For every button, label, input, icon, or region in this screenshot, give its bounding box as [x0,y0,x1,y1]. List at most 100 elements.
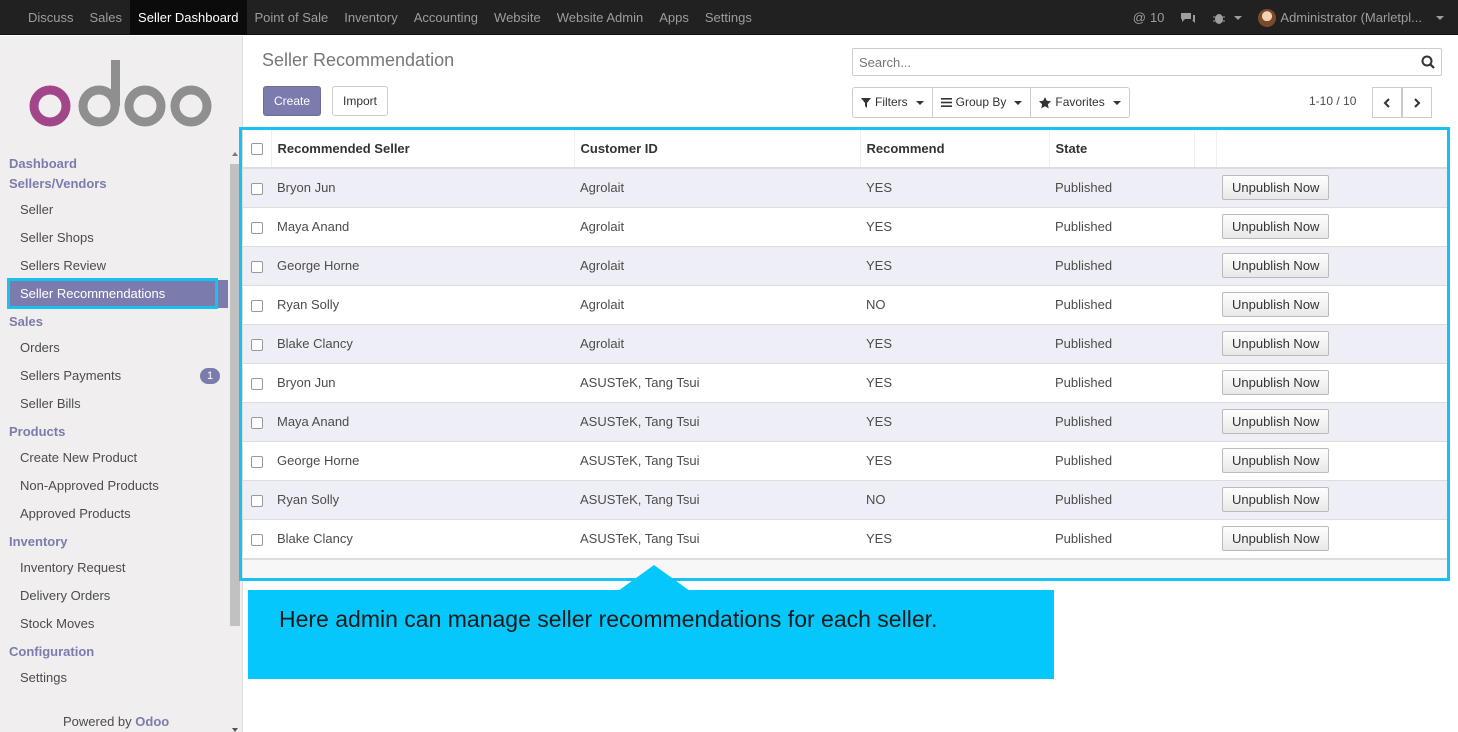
row-checkbox[interactable] [251,299,263,312]
recommendation-table: Recommended Seller Customer ID Recommend… [243,129,1448,558]
table-row[interactable]: Blake Clancy ASUSTeK, Tang Tsui YES Publish… [243,518,1448,558]
app-menu-sales[interactable]: Sales [82,0,131,35]
debug-button[interactable] [1204,0,1250,35]
chat-button[interactable] [1172,0,1204,35]
unpublish-button[interactable]: Unpublish Now [1222,292,1330,317]
unpublish-button[interactable]: Unpublish Now [1222,331,1330,356]
select-all-checkbox[interactable] [251,143,263,156]
sidebar-section-configuration[interactable]: Configuration [0,642,228,662]
cell-spacer [1194,206,1216,246]
table-row[interactable]: George Horne Agrolait YES Published Unpublis… [243,245,1448,285]
scrollbar-thumb[interactable] [230,164,240,626]
row-checkbox[interactable] [251,416,263,429]
scroll-up-icon[interactable] [232,152,238,156]
sidebar-item-delivery-orders[interactable]: Delivery Orders [0,582,228,610]
table-row[interactable]: Maya Anand ASUSTeK, Tang Tsui YES Published… [243,401,1448,441]
sidebar-item-seller-shops[interactable]: Seller Shops [0,224,228,252]
table-row[interactable]: Blake Clancy Agrolait YES Published Unpublis… [243,323,1448,363]
table-row[interactable]: Bryon Jun ASUSTeK, Tang Tsui YES Published U… [243,362,1448,402]
column-header-seller[interactable]: Recommended Seller [271,129,575,169]
row-checkbox[interactable] [251,182,263,195]
unpublish-button[interactable]: Unpublish Now [1222,253,1330,278]
groupby-dropdown[interactable]: Group By [933,88,1032,117]
sidebar-section-inventory[interactable]: Inventory [0,532,228,552]
mentions-button[interactable]: @ 10 [1125,0,1173,35]
app-menu-inventory[interactable]: Inventory [336,0,405,35]
table-row[interactable]: Maya Anand Agrolait YES Published Unpublish … [243,206,1448,246]
sidebar-item-create-new-product[interactable]: Create New Product [0,444,228,472]
sidebar-item-stock-moves[interactable]: Stock Moves [0,610,228,638]
sidebar-item-approved-products[interactable]: Approved Products [0,500,228,528]
row-checkbox[interactable] [251,377,263,390]
sidebar-scrollbar[interactable] [229,150,241,732]
cell-seller: Bryon Jun [271,167,574,207]
cell-recommend: YES [860,362,1049,402]
app-menu-point-of-sale[interactable]: Point of Sale [247,0,337,35]
cell-recommend: YES [860,440,1049,480]
sidebar-item-inventory-request[interactable]: Inventory Request [0,554,228,582]
sidebar-item-seller-bills[interactable]: Seller Bills [0,390,228,418]
search-icon[interactable] [1421,55,1435,69]
table-row[interactable]: Ryan Solly ASUSTeK, Tang Tsui NO Published U… [243,479,1448,519]
app-menu-discuss[interactable]: Discuss [20,0,82,35]
sidebar-section-dashboard[interactable]: Dashboard [0,154,228,174]
sidebar-item-sellers-payments[interactable]: Sellers Payments 1 [0,362,228,390]
unpublish-button[interactable]: Unpublish Now [1222,214,1330,239]
cell-recommend: NO [860,284,1049,324]
table-row[interactable]: Ryan Solly Agrolait NO Published Unpublish N… [243,284,1448,324]
sidebar-section-products[interactable]: Products [0,422,228,442]
search-input[interactable] [853,49,1393,75]
column-header-customer[interactable]: Customer ID [574,129,861,169]
cell-customer: ASUSTeK, Tang Tsui [574,401,860,441]
sidebar-section-sellers-vendors[interactable]: Sellers/Vendors [0,174,228,194]
sidebar-section-sales[interactable]: Sales [0,312,228,332]
import-button[interactable]: Import [332,86,389,116]
unpublish-button[interactable]: Unpublish Now [1222,487,1330,512]
unpublish-button[interactable]: Unpublish Now [1222,370,1330,395]
app-menu-accounting[interactable]: Accounting [406,0,486,35]
app-menu-settings[interactable]: Settings [697,0,760,35]
table-row[interactable]: George Horne ASUSTeK, Tang Tsui YES Publish… [243,440,1448,480]
create-button[interactable]: Create [263,86,322,116]
unpublish-button[interactable]: Unpublish Now [1222,448,1330,473]
app-menu-apps[interactable]: Apps [651,0,697,35]
unpublish-button[interactable]: Unpublish Now [1222,526,1330,552]
row-checkbox[interactable] [251,221,263,234]
sidebar-item-non-approved-products[interactable]: Non-Approved Products [0,472,228,500]
sidebar-item-seller[interactable]: Seller [0,196,228,224]
pager-next-button[interactable] [1402,87,1432,118]
user-menu[interactable]: Administrator (Marletpl... [1250,0,1458,35]
favorites-dropdown[interactable]: Favorites [1031,88,1128,117]
cell-action: Unpublish Now [1216,323,1448,363]
row-checkbox[interactable] [251,338,263,351]
row-checkbox[interactable] [251,260,263,273]
filters-dropdown[interactable]: Filters [853,88,933,117]
cell-action: Unpublish Now [1216,245,1448,285]
cell-action: Unpublish Now [1216,479,1448,519]
app-menu-seller-dashboard[interactable]: Seller Dashboard [130,0,247,35]
sidebar-item-seller-recommendations[interactable]: Seller Recommendations [9,280,228,308]
row-checkbox[interactable] [251,494,263,507]
scroll-down-icon[interactable] [232,728,238,732]
unpublish-button[interactable]: Unpublish Now [1222,409,1330,434]
sidebar-item-label: Sellers Payments [20,368,122,383]
sidebar-item-sellers-review[interactable]: Sellers Review [0,252,228,280]
app-menu-website-admin[interactable]: Website Admin [549,0,651,35]
sidebar-item-orders[interactable]: Orders [0,334,228,362]
column-header-spacer [1194,129,1217,169]
pager-previous-button[interactable] [1372,87,1402,118]
column-header-recommend[interactable]: Recommend [860,129,1050,169]
column-header-state[interactable]: State [1049,129,1195,169]
powered-by-link[interactable]: Odoo [135,714,169,729]
pager-value[interactable]: 1-10 / 10 [1309,94,1356,108]
sidebar-item-settings[interactable]: Settings [0,664,228,692]
cell-state: Published [1049,245,1194,285]
row-select-cell [243,206,271,246]
chevron-down-icon [1112,100,1121,105]
row-checkbox[interactable] [251,533,263,546]
unpublish-button[interactable]: Unpublish Now [1222,175,1330,201]
avatar [1258,8,1277,27]
table-row[interactable]: Bryon Jun Agrolait YES Published Unpublish N… [243,167,1448,207]
row-checkbox[interactable] [251,455,263,468]
app-menu-website[interactable]: Website [486,0,549,35]
